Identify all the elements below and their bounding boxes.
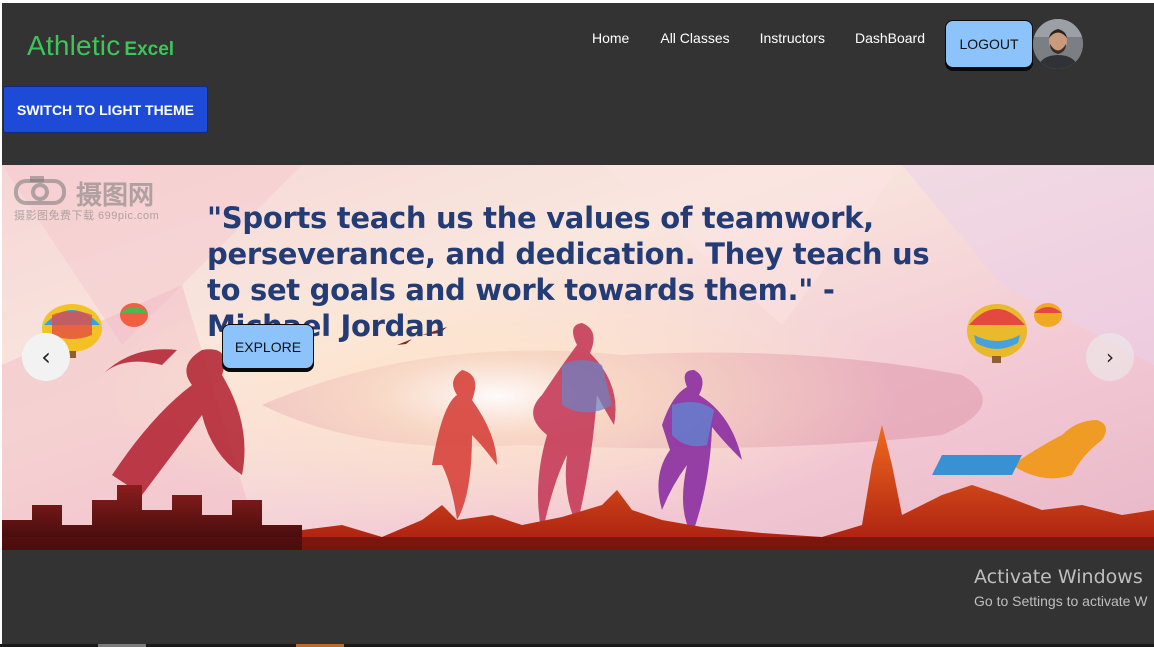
activation-subtitle: Go to Settings to activate W [974,593,1148,609]
main-nav: Home All Classes Instructors DashBoard [592,30,955,46]
hero-carousel: 摄图网 摄影图免费下载 699pic.com "Sports teach us … [2,165,1154,550]
hero-quote: "Sports teach us the values of teamwork,… [207,201,930,343]
carousel-prev-button[interactable]: ‹ [22,333,70,381]
chevron-left-icon: ‹ [41,343,51,371]
activation-title: Activate Windows [974,566,1143,588]
user-avatar[interactable] [1033,19,1083,69]
camera-icon [14,176,66,205]
nav-all-classes[interactable]: All Classes [660,30,729,46]
page: Athletic Excel Home All Classes Instructo… [2,3,1154,644]
brand-suffix: Excel [124,39,175,60]
brand-name: Athletic [27,30,121,61]
nav-instructors[interactable]: Instructors [760,30,825,46]
explore-button[interactable]: EXPLORE [222,324,314,369]
nav-dashboard[interactable]: DashBoard [855,30,925,46]
chevron-right-icon: › [1106,345,1114,369]
nav-home[interactable]: Home [592,30,629,46]
logout-button[interactable]: LOGOUT [945,20,1033,68]
watermark-subtitle: 摄影图免费下载 699pic.com [14,210,160,222]
theme-toggle-button[interactable]: SWITCH TO LIGHT THEME [3,86,208,133]
user-avatar-icon [1033,19,1083,69]
brand-logo[interactable]: Athletic Excel [27,30,174,62]
carousel-next-button[interactable]: › [1086,333,1134,381]
windows-activation-notice: Activate Windows Go to Settings to activ… [974,566,1148,609]
